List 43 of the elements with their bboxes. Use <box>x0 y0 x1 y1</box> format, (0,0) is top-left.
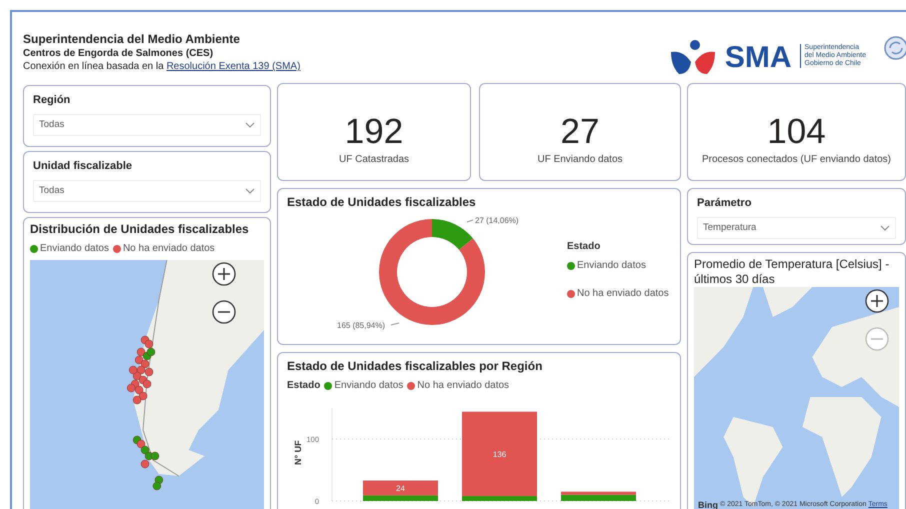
leader-line <box>466 220 474 222</box>
data-label: 136 <box>492 450 506 459</box>
legend-label: No ha enviado datos <box>122 242 215 256</box>
resolution-link[interactable]: Resolución Exenta 139 (SMA) <box>166 61 300 72</box>
leader-line <box>390 322 400 326</box>
kpi-value: 27 <box>560 112 600 152</box>
card-title: Estado de Unidades fiscalizables por Región <box>287 359 544 374</box>
filter-label: Unidad fiscalizable <box>33 159 134 174</box>
card-title: Promedio de Temperatura [Celsius] - últimos 30 días <box>694 257 890 287</box>
dashboard-title: Superintendencia del Medio Ambiente <box>23 32 240 46</box>
legend-title: Estado <box>287 379 320 393</box>
legend-title: Estado <box>567 240 602 254</box>
legend-label: Enviando datos <box>334 379 404 393</box>
legend-label: Enviando datos <box>40 242 109 256</box>
dashboard-subtitle: Centros de Engorda de Salmones (CES) <box>23 48 214 59</box>
dropdown[interactable]: Temperatura <box>697 216 896 239</box>
logo-icon <box>668 40 717 76</box>
filter-label: Parámetro <box>697 196 752 211</box>
legend-label: No ha enviado datos <box>577 287 669 301</box>
zoom-out-icon[interactable] <box>212 300 236 324</box>
data-label: 165 (85,94%) <box>337 321 386 330</box>
kpi-value: 192 <box>344 112 404 152</box>
dropdown[interactable]: Todas <box>33 180 261 202</box>
chevron-down-icon <box>245 122 255 128</box>
connection-text: Conexión en línea basada en la <box>23 61 165 72</box>
kpi-label: Procesos conectados (UF enviando datos) <box>701 153 892 167</box>
legend-label: No ha enviado datos <box>417 379 510 393</box>
dropdown[interactable]: Todas <box>33 114 261 136</box>
filter-label: Región <box>33 93 72 108</box>
data-label: 24 <box>396 484 405 493</box>
kpi-value: 104 <box>766 112 827 152</box>
kpi-label: UF Enviando datos <box>536 153 624 167</box>
card-title: Estado de Unidades fiscalizables <box>287 195 477 210</box>
chevron-down-icon <box>245 188 255 194</box>
logo-acronym: SMA <box>724 40 792 76</box>
data-label: 27 (14,06%) <box>475 216 519 225</box>
axis-title: N° UF <box>293 440 303 465</box>
chevron-down-icon <box>880 224 890 231</box>
legend-label: Enviando datos <box>577 259 646 273</box>
zoom-in-icon[interactable] <box>212 262 236 286</box>
zoom-in-icon[interactable] <box>865 289 889 313</box>
kpi-label: UF Catastradas <box>338 153 410 167</box>
card-title: Distribución de Unidades fiscalizables <box>30 222 250 237</box>
